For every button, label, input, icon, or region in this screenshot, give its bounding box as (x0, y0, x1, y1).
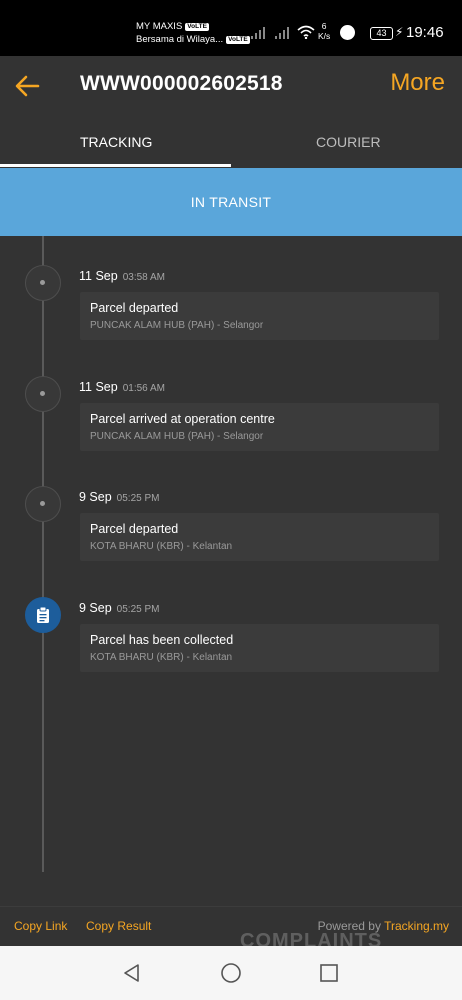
timeline-node-active (25, 597, 61, 633)
event-time: 03:58 AM (122, 272, 165, 283)
event-timestamp: 9 Sep 05:25 PM (79, 488, 159, 506)
event-timestamp: 9 Sep 05:25 PM (79, 599, 159, 617)
timeline-event: 9 Sep 05:25 PM Parcel departed KOTA BHARU… (0, 457, 462, 567)
event-card: Parcel departed KOTA BHARU (KBR) - Kelan… (80, 513, 439, 561)
event-location: PUNCAK ALAM HUB (PAH) - Selangor (90, 320, 264, 331)
event-description: Parcel has been collected (90, 633, 234, 647)
timeline-event: 11 Sep 01:56 AM Parcel arrived at operati… (0, 347, 462, 457)
clipboard-icon (37, 607, 49, 623)
event-time: 01:56 AM (122, 383, 165, 394)
carrier-subtitle: Bersama di Wilaya... (136, 34, 224, 45)
event-description: Parcel arrived at operation centre (90, 412, 275, 426)
event-timestamp: 11 Sep 01:56 AM (79, 378, 165, 396)
battery-level: 43 (376, 28, 387, 38)
app-bar: WWW000002602518 More (0, 56, 462, 116)
watermark: COMPLAINTS (200, 930, 440, 946)
tracking-timeline: 11 Sep 03:58 AM Parcel departed PUNCAK AL… (0, 236, 462, 906)
back-triangle-icon[interactable] (122, 963, 140, 983)
back-arrow-icon[interactable] (14, 74, 40, 98)
battery-icon: 43 (370, 27, 393, 40)
charging-icon: ⚡ (395, 25, 404, 39)
volte-badge: VoLTE (185, 23, 209, 31)
copy-link-button[interactable]: Copy Link (14, 919, 67, 933)
wifi-icon (297, 25, 315, 39)
event-card: Parcel arrived at operation centre PUNCA… (80, 403, 439, 451)
node-dot (40, 280, 45, 285)
volte-badge-2: VoLTE (226, 36, 250, 44)
tab-tracking[interactable]: TRACKING (80, 134, 152, 150)
node-dot (40, 391, 45, 396)
event-time: 05:25 PM (116, 604, 160, 615)
tab-courier[interactable]: COURIER (316, 134, 381, 150)
event-location: KOTA BHARU (KBR) - Kelantan (90, 541, 233, 552)
system-nav-bar (0, 946, 462, 1000)
event-date: 11 Sep (79, 269, 118, 283)
status-text: IN TRANSIT (190, 194, 272, 210)
network-speed: 6 K/s (318, 21, 330, 41)
event-description: Parcel departed (90, 522, 179, 536)
event-date: 9 Sep (79, 601, 112, 615)
tracking-number: WWW000002602518 (80, 72, 283, 95)
timeline-node (25, 265, 61, 301)
event-card: Parcel has been collected KOTA BHARU (KB… (80, 624, 439, 672)
timeline-node (25, 486, 61, 522)
signal-icon-2 (275, 27, 289, 39)
watermark-text: COMPLAINTS (240, 930, 383, 946)
recents-square-icon[interactable] (319, 963, 339, 983)
active-tab-indicator (0, 164, 231, 167)
event-location: PUNCAK ALAM HUB (PAH) - Selangor (90, 431, 264, 442)
event-description: Parcel departed (90, 301, 179, 315)
copy-result-button[interactable]: Copy Result (86, 919, 151, 933)
speed-unit: K/s (318, 31, 331, 41)
status-bar: MY MAXIS VoLTE Bersama di Wilaya... VoLTE … (0, 0, 462, 56)
carrier-info: MY MAXIS VoLTE Bersama di Wilaya... VoLTE (136, 20, 250, 46)
event-date: 9 Sep (79, 490, 112, 504)
signal-icon (251, 27, 265, 39)
tab-bar: TRACKING COURIER (0, 116, 462, 168)
event-location: KOTA BHARU (KBR) - Kelantan (90, 652, 233, 663)
timeline-event: 11 Sep 03:58 AM Parcel departed PUNCAK AL… (0, 236, 462, 346)
more-button[interactable]: More (390, 69, 445, 97)
event-date: 11 Sep (79, 380, 118, 394)
timeline-node (25, 376, 61, 412)
carrier-name: MY MAXIS (136, 21, 183, 32)
timeline-event: 9 Sep 05:25 PM Parcel has been collected … (0, 568, 462, 678)
whatsapp-icon (340, 25, 355, 40)
node-dot (40, 501, 45, 506)
status-banner: IN TRANSIT (0, 168, 462, 236)
clock: 19:46 (406, 24, 444, 41)
home-circle-icon[interactable] (220, 962, 242, 984)
speed-value: 6 (321, 21, 327, 31)
event-card: Parcel departed PUNCAK ALAM HUB (PAH) - … (80, 292, 439, 340)
event-time: 05:25 PM (116, 493, 160, 504)
event-timestamp: 11 Sep 03:58 AM (79, 267, 165, 285)
